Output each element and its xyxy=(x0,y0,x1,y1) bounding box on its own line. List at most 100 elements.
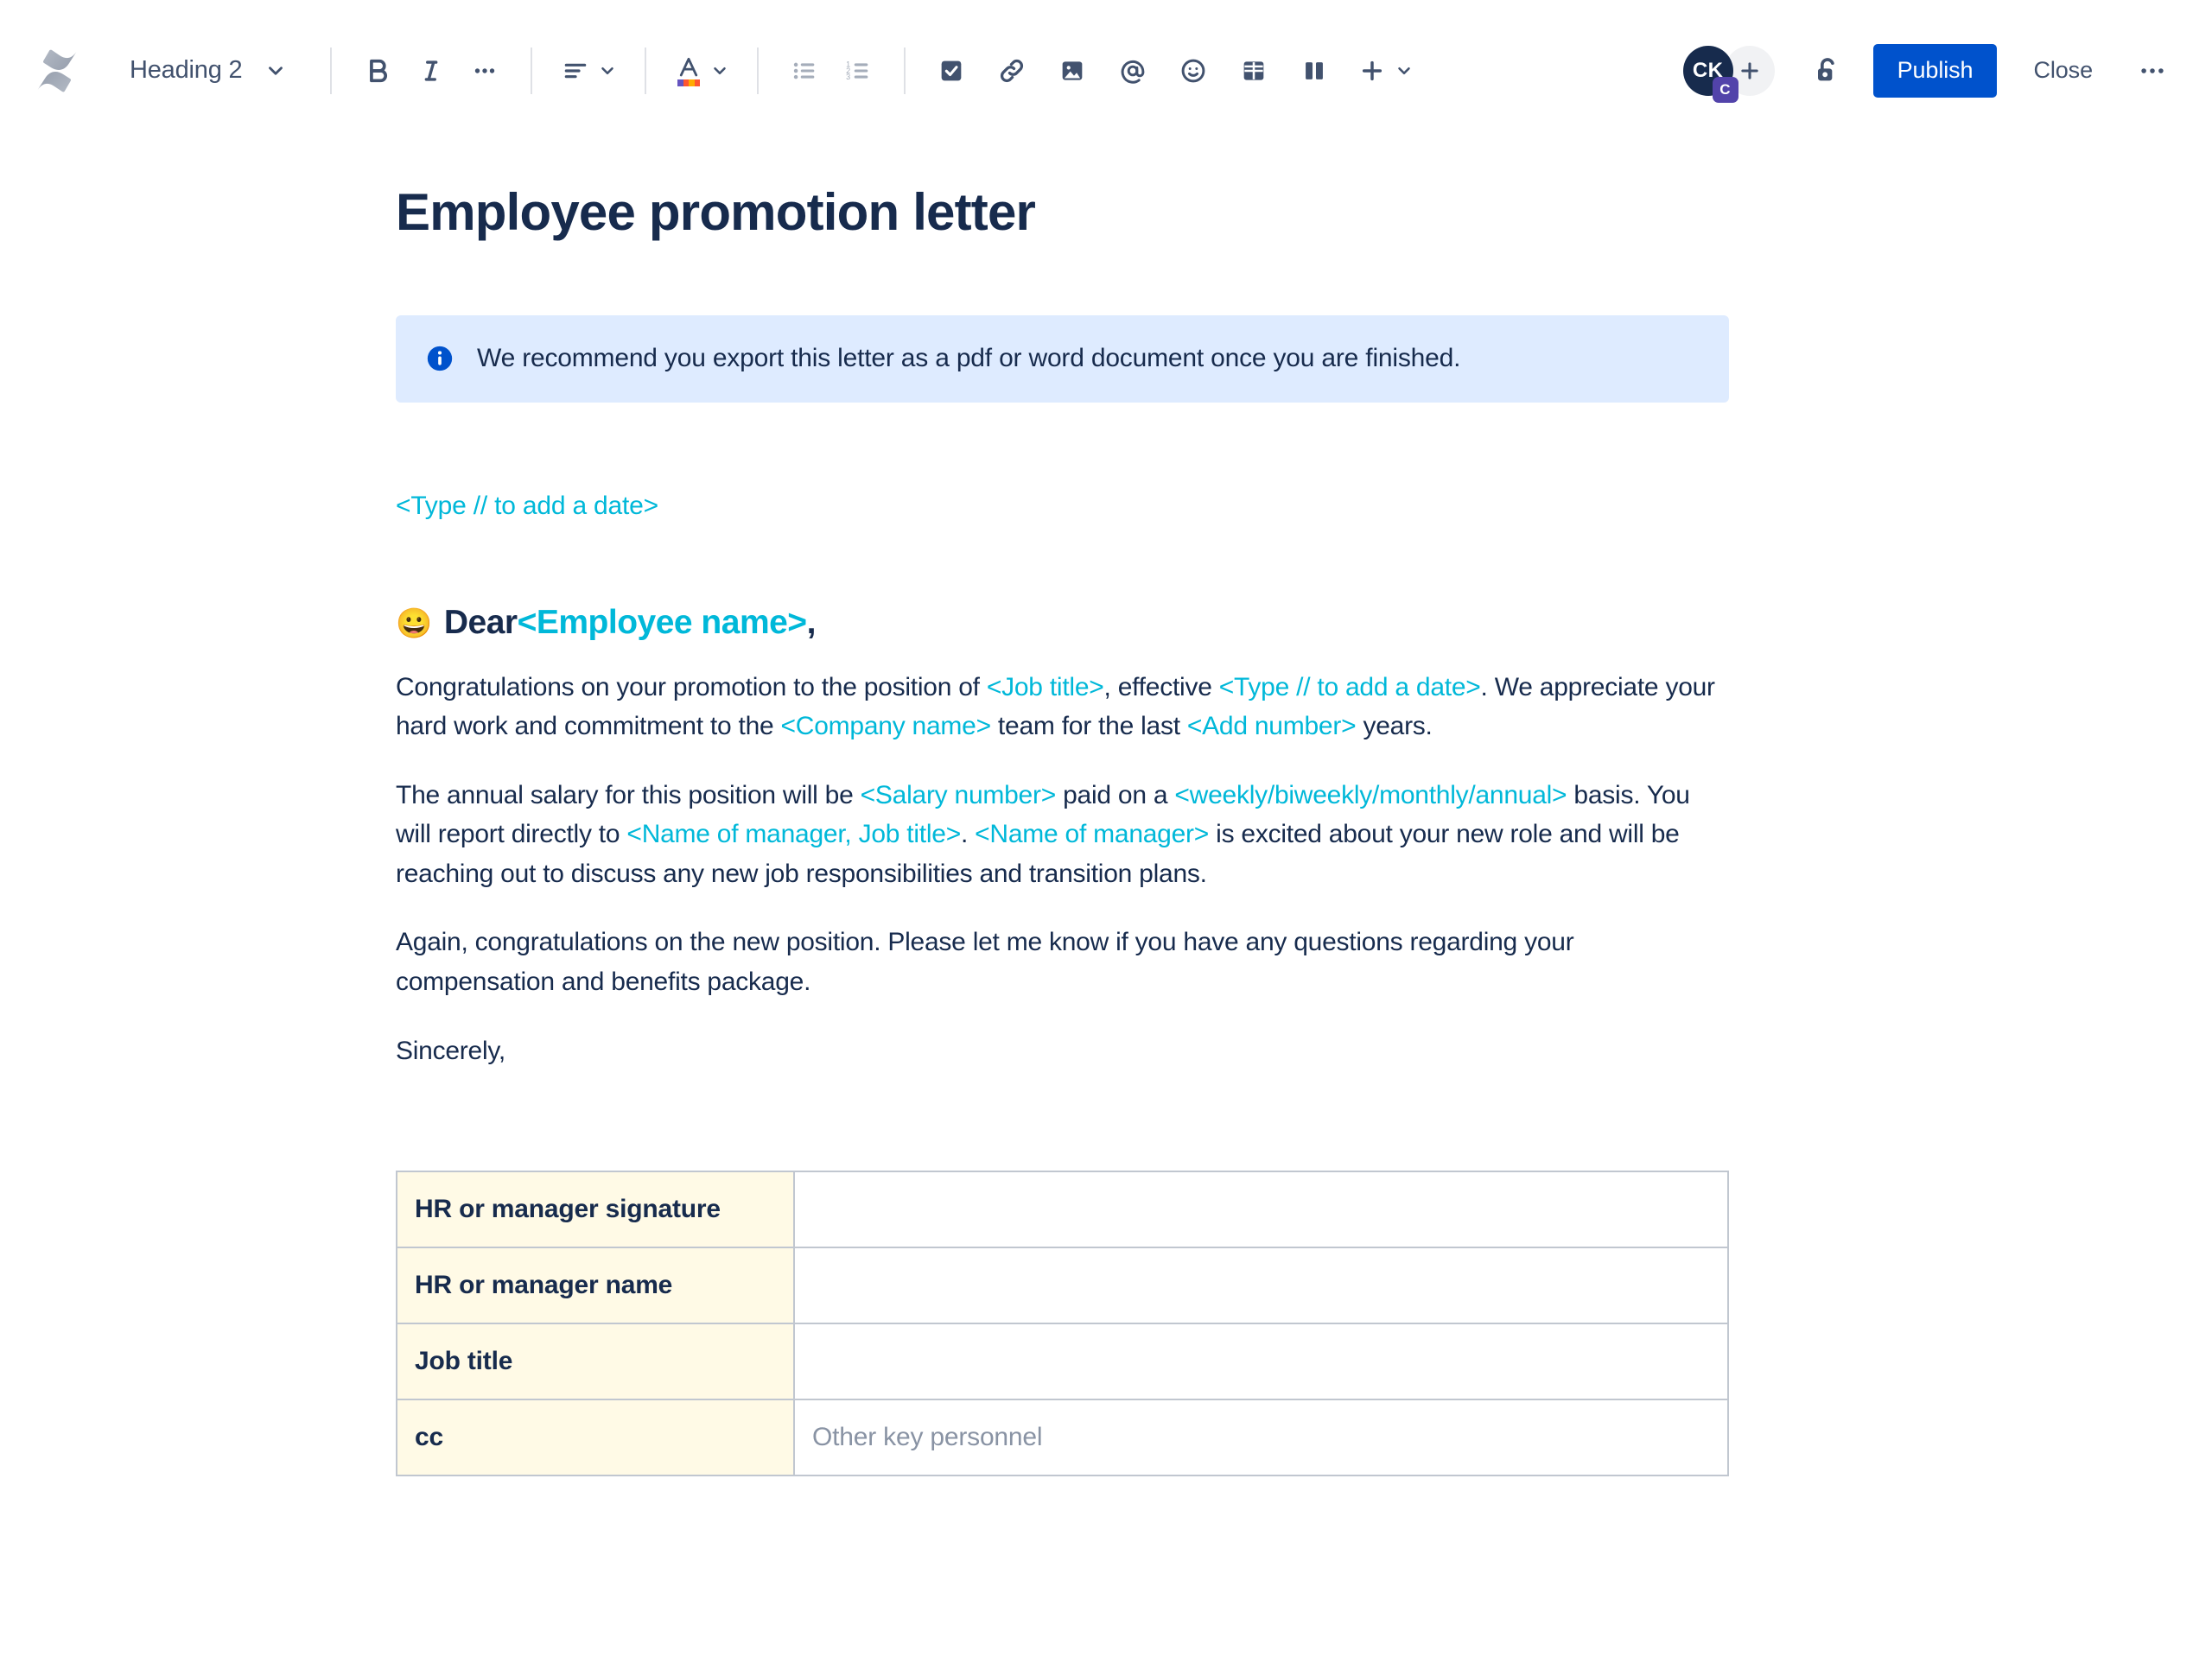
numbered-list-icon: 1 2 3 xyxy=(847,60,868,81)
table-value-cell[interactable]: Other key personnel xyxy=(793,1399,1729,1477)
table-value-cell[interactable] xyxy=(793,1171,1729,1249)
confluence-logo-icon[interactable] xyxy=(26,40,88,102)
letter-body[interactable]: Congratulations on your promotion to the… xyxy=(396,668,1744,1071)
paragraph-text: , effective xyxy=(1103,672,1219,701)
link-icon xyxy=(1001,59,1024,82)
table-label-cell[interactable]: HR or manager name xyxy=(396,1247,795,1325)
table-value-cell[interactable] xyxy=(793,1247,1729,1325)
mention-at-icon xyxy=(1122,60,1145,84)
italic-button[interactable] xyxy=(404,44,458,98)
paragraph-signoff[interactable]: Sincerely, xyxy=(396,1031,1726,1071)
bulleted-list-button[interactable] xyxy=(778,44,831,98)
inline-placeholder[interactable]: <weekly/biweekly/monthly/annual> xyxy=(1174,781,1567,809)
table-label-cell[interactable]: Job title xyxy=(396,1323,795,1401)
toolbar-divider-1 xyxy=(330,47,333,94)
publish-button[interactable]: Publish xyxy=(1872,43,1998,98)
table-icon xyxy=(1244,60,1264,80)
numbered-list-button[interactable]: 1 2 3 xyxy=(831,44,885,98)
inline-placeholder[interactable]: <Name of manager, Job title> xyxy=(626,820,961,848)
inline-placeholder[interactable]: <Type // to add a date> xyxy=(1219,673,1481,701)
emoji-button[interactable] xyxy=(1166,44,1220,98)
layout-button[interactable] xyxy=(1287,44,1341,98)
ellipsis-icon xyxy=(475,67,495,73)
chevron-down-icon xyxy=(714,67,727,74)
greeting-line[interactable]: 😀 Dear <Employee name> , xyxy=(396,604,1744,642)
paragraph-text: team for the last xyxy=(990,712,1187,741)
date-placeholder[interactable]: <Type // to add a date> xyxy=(396,492,1744,521)
greeting-suffix: , xyxy=(806,603,817,641)
insert-more-button[interactable] xyxy=(1348,44,1422,98)
table-value-cell[interactable] xyxy=(793,1323,1729,1401)
close-button[interactable]: Close xyxy=(2012,44,2113,98)
table-button[interactable] xyxy=(1227,44,1281,98)
toolbar-divider-5 xyxy=(904,47,906,94)
employee-name-placeholder[interactable]: <Employee name> xyxy=(518,604,808,642)
table-label-cell[interactable]: HR or manager signature xyxy=(396,1171,795,1249)
ellipsis-icon xyxy=(2141,67,2164,73)
inline-placeholder[interactable]: <Company name> xyxy=(781,712,992,740)
svg-text:3: 3 xyxy=(847,73,851,81)
info-circle-icon xyxy=(425,344,454,373)
plus-icon xyxy=(1363,60,1382,80)
document-editor-canvas[interactable]: Employee promotion letter We recommend y… xyxy=(0,182,2212,1477)
block-type-label: Heading 2 xyxy=(130,56,243,84)
link-button[interactable] xyxy=(985,44,1039,98)
plus-icon xyxy=(1740,61,1758,79)
text-color-button[interactable] xyxy=(665,44,738,98)
toolbar-divider-3 xyxy=(645,47,647,94)
table-label-cell[interactable]: cc xyxy=(396,1399,795,1477)
image-button[interactable] xyxy=(1046,44,1099,98)
paragraph-text: . xyxy=(960,820,976,849)
chevron-down-icon xyxy=(264,60,287,82)
bulleted-list-icon xyxy=(794,62,815,79)
italic-icon xyxy=(425,60,438,81)
info-panel: We recommend you export this letter as a… xyxy=(396,315,1729,403)
info-panel-text: We recommend you export this letter as a… xyxy=(477,344,1461,372)
more-formatting-button[interactable] xyxy=(458,44,512,98)
text-align-button[interactable] xyxy=(551,44,626,98)
signature-table[interactable]: HR or manager signature HR or manager nam… xyxy=(396,1171,1729,1477)
table-row[interactable]: Job title xyxy=(396,1323,1729,1401)
more-actions-button[interactable] xyxy=(2126,44,2179,98)
bold-button[interactable] xyxy=(351,44,404,98)
inline-placeholder[interactable]: <Job title> xyxy=(987,673,1104,701)
toolbar-divider-4 xyxy=(757,47,760,94)
paragraph-text: paid on a xyxy=(1056,780,1175,809)
table-row[interactable]: HR or manager name xyxy=(396,1247,1729,1325)
bold-icon xyxy=(370,59,388,82)
collaborators: CK C xyxy=(1682,45,1775,103)
paragraph-text: years. xyxy=(1356,712,1433,741)
text-align-icon xyxy=(565,63,587,78)
text-color-icon xyxy=(676,55,702,86)
block-type-select[interactable]: Heading 2 xyxy=(114,45,302,97)
paragraph-congratulations[interactable]: Congratulations on your promotion to the… xyxy=(396,668,1726,746)
paragraph-text: Congratulations on your promotion to the… xyxy=(396,672,987,701)
image-icon xyxy=(1063,60,1083,80)
table-row[interactable]: HR or manager signature xyxy=(396,1171,1729,1249)
task-list-button[interactable] xyxy=(925,44,978,98)
table-row[interactable]: cc Other key personnel xyxy=(396,1399,1729,1477)
restrictions-button[interactable] xyxy=(1801,44,1854,98)
grinning-face-emoji-icon: 😀 xyxy=(396,606,432,640)
inline-placeholder[interactable]: <Salary number> xyxy=(861,781,1057,809)
page-title[interactable]: Employee promotion letter xyxy=(396,182,1744,242)
chevron-down-icon xyxy=(601,67,614,74)
avatar-product-badge: C xyxy=(1712,76,1738,103)
emoji-smiley-icon xyxy=(1182,59,1205,82)
checkbox-icon xyxy=(942,60,962,80)
mention-button[interactable] xyxy=(1106,44,1160,98)
editor-toolbar: Heading 2 1 2 3 CK C Publish Close xyxy=(0,0,2212,141)
cell-placeholder: Other key personnel xyxy=(812,1423,1043,1452)
greeting-prefix: Dear xyxy=(443,603,518,641)
paragraph-salary[interactable]: The annual salary for this position will… xyxy=(396,776,1726,894)
chevron-down-icon xyxy=(1398,67,1411,74)
unlocked-padlock-icon xyxy=(1817,57,1834,80)
two-column-layout-icon xyxy=(1306,61,1324,79)
paragraph-text: Again, congratulations on the new positi… xyxy=(396,928,1574,997)
inline-placeholder[interactable]: <Name of manager> xyxy=(975,820,1209,848)
inline-placeholder[interactable]: <Add number> xyxy=(1187,712,1357,740)
toolbar-divider-2 xyxy=(531,47,533,94)
paragraph-text: The annual salary for this position will… xyxy=(396,780,861,809)
avatar[interactable]: CK C xyxy=(1682,45,1738,103)
paragraph-closing[interactable]: Again, congratulations on the new positi… xyxy=(396,923,1726,1001)
